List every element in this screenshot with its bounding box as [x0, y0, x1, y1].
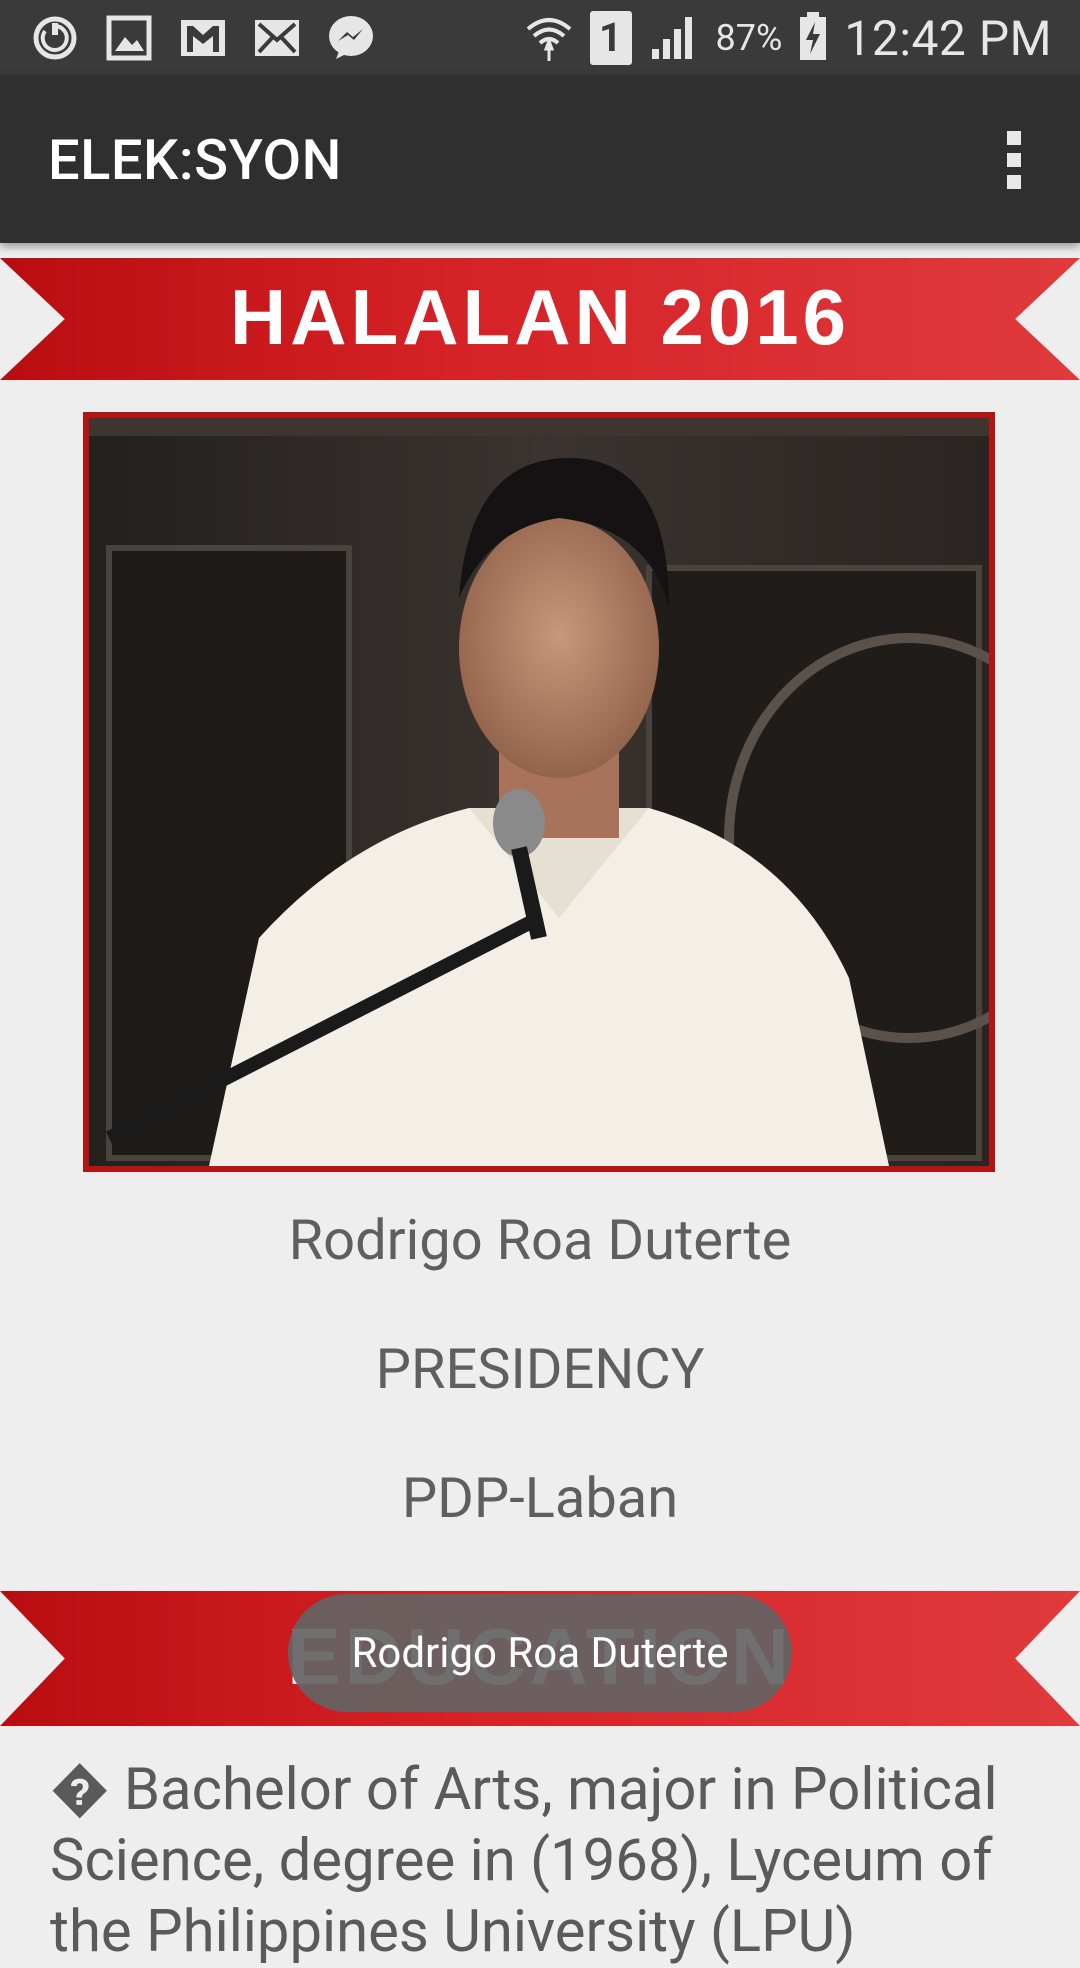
- education-description: Bachelor of Arts, major in Political Sci…: [50, 1756, 998, 1966]
- sync-icon: [30, 13, 80, 63]
- notification-icons: [30, 10, 376, 66]
- status-bar: 1 87% 12:42 PM: [0, 0, 1080, 75]
- candidate-photo: [83, 412, 995, 1172]
- wifi-icon: [524, 11, 574, 65]
- clock: 12:42 PM: [844, 9, 1052, 67]
- candidate-party: PDP-Laban: [401, 1465, 679, 1531]
- mail-icon: [252, 13, 302, 63]
- gmail-icon: [178, 13, 228, 63]
- toast-message: Rodrigo Roa Duterte: [288, 1594, 792, 1712]
- app-title: ELEK:SYON: [48, 127, 342, 193]
- candidate-position: PRESIDENCY: [375, 1336, 705, 1402]
- sim-indicator: 1: [589, 11, 632, 65]
- unknown-glyph-icon: �: [50, 1756, 110, 1824]
- education-text: � Bachelor of Arts, major in Political S…: [50, 1755, 1040, 1968]
- overflow-menu-icon[interactable]: [984, 125, 1044, 195]
- battery-charging-icon: [798, 10, 828, 66]
- image-icon: [104, 13, 154, 63]
- system-indicators: 1 87% 12:42 PM: [524, 8, 1052, 68]
- app-bar: ELEK:SYON: [0, 75, 1080, 243]
- candidate-name: Rodrigo Roa Duterte: [288, 1207, 792, 1273]
- candidate-photo-image: [89, 418, 989, 1166]
- halalan-banner: HALALAN 2016: [0, 258, 1080, 380]
- banner-title: HALALAN 2016: [229, 273, 851, 361]
- messenger-icon: [326, 13, 376, 63]
- signal-icon: [648, 11, 700, 65]
- battery-percent: 87%: [715, 17, 783, 59]
